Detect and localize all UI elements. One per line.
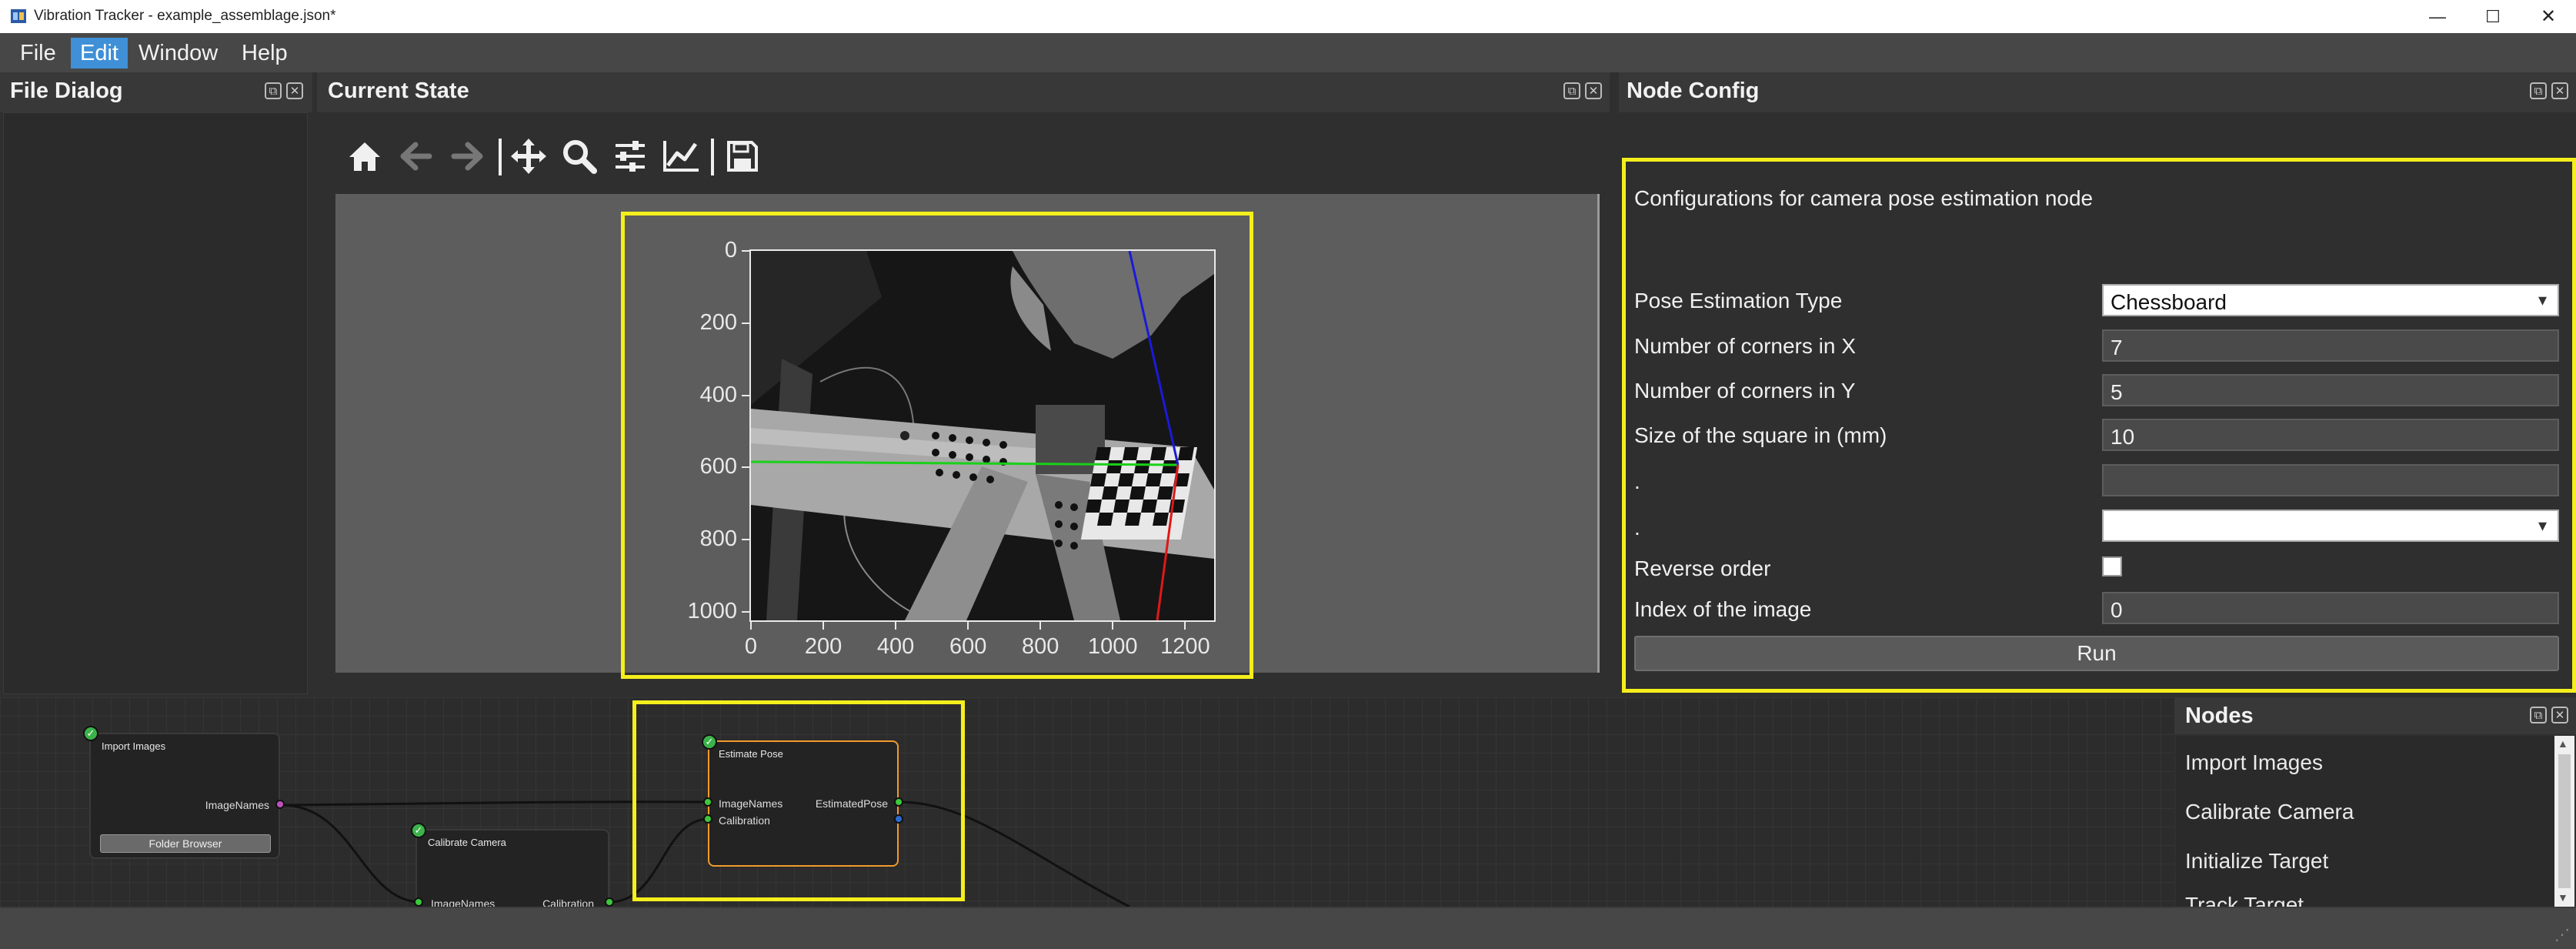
label-dot-1: . xyxy=(1634,469,1640,493)
label-corners-y: Number of corners in Y xyxy=(1634,379,1856,403)
float-icon[interactable]: ⧉ xyxy=(2530,707,2547,723)
forward-icon[interactable] xyxy=(445,132,489,180)
nodes-list-item[interactable]: Track Target xyxy=(2185,893,2304,907)
window-title: Vibration Tracker - example_assemblage.j… xyxy=(34,8,336,24)
reverse-order-checkbox[interactable] xyxy=(2102,556,2122,576)
label-image-index: Index of the image xyxy=(1634,597,1812,621)
node-title: Import Images xyxy=(102,740,166,752)
menu-window[interactable]: Window xyxy=(129,38,227,69)
image-index-input[interactable]: 0 xyxy=(2102,592,2559,624)
file-dialog-content xyxy=(3,112,308,694)
port-label: ImageNames xyxy=(205,799,269,811)
title-bar: Vibration Tracker - example_assemblage.j… xyxy=(0,0,2576,33)
output-port[interactable] xyxy=(605,897,614,907)
corners-y-input[interactable]: 5 xyxy=(2102,374,2559,406)
output-port[interactable] xyxy=(275,800,285,809)
label-corners-x: Number of corners in X xyxy=(1634,334,1856,358)
menu-edit[interactable]: Edit xyxy=(71,38,128,69)
back-icon[interactable] xyxy=(394,132,439,180)
highlight-box-plot xyxy=(621,212,1253,679)
close-icon[interactable]: ✕ xyxy=(2551,707,2568,723)
app-icon xyxy=(11,9,26,23)
configure-subplots-icon[interactable] xyxy=(608,132,652,180)
close-icon[interactable]: ✕ xyxy=(1585,82,1602,99)
maximize-button[interactable]: ☐ xyxy=(2465,0,2521,33)
menu-bar: File Edit Window Help xyxy=(0,33,2576,72)
edit-axis-icon[interactable] xyxy=(659,132,703,180)
folder-browser-button[interactable]: Folder Browser xyxy=(100,834,271,853)
menu-help[interactable]: Help xyxy=(232,38,297,69)
toolbar-separator xyxy=(499,139,502,175)
nodes-list-clip: Track Target xyxy=(2176,893,2554,907)
pan-icon[interactable] xyxy=(506,132,551,180)
home-icon[interactable] xyxy=(342,132,387,180)
node-config-title: Node Config xyxy=(1627,79,1760,103)
close-button[interactable]: ✕ xyxy=(2521,0,2576,33)
square-size-input[interactable]: 10 xyxy=(2102,419,2559,451)
node-calibrate-camera[interactable]: Calibrate Camera ImageNames Calibration xyxy=(415,829,609,914)
nodes-list-item[interactable]: Initialize Target xyxy=(2185,849,2328,874)
dot-1-input[interactable] xyxy=(2102,464,2559,496)
nodes-panel-title: Nodes xyxy=(2185,703,2254,728)
config-description: Configurations for camera pose estimatio… xyxy=(1634,186,2094,210)
float-icon[interactable]: ⧉ xyxy=(1563,82,1580,99)
chevron-down-icon: ▾ xyxy=(2538,290,2547,309)
status-bar: ⋰ xyxy=(0,907,2576,949)
corners-x-input[interactable]: 7 xyxy=(2102,329,2559,362)
menu-file[interactable]: File xyxy=(11,38,65,69)
node-title: Calibrate Camera xyxy=(428,837,506,848)
pose-estimation-type-select[interactable]: Chessboard ▾ xyxy=(2102,284,2559,316)
label-pose-estimation-type: Pose Estimation Type xyxy=(1634,289,1843,312)
scroll-up-icon[interactable]: ▲ xyxy=(2558,737,2568,750)
pose-estimation-type-value: Chessboard xyxy=(2111,290,2227,314)
dot-2-select[interactable]: ▾ xyxy=(2102,510,2559,542)
check-icon: ✓ xyxy=(83,726,98,741)
nodes-scrollbar[interactable]: ▲ ▼ xyxy=(2554,736,2574,907)
file-dialog-title: File Dialog xyxy=(10,79,123,103)
float-icon[interactable]: ⧉ xyxy=(2530,82,2547,99)
run-button[interactable]: Run xyxy=(1634,636,2559,671)
close-icon[interactable]: ✕ xyxy=(286,82,303,99)
node-graph-editor[interactable] xyxy=(0,697,2174,907)
resize-grip-icon[interactable]: ⋰ xyxy=(2554,925,2570,944)
current-state-title: Current State xyxy=(328,79,469,103)
minimize-button[interactable]: — xyxy=(2410,0,2465,33)
check-icon: ✓ xyxy=(411,823,426,838)
nodes-list-item[interactable]: Calibrate Camera xyxy=(2185,800,2354,824)
scrollbar-thumb[interactable] xyxy=(2558,754,2571,888)
toolbar-separator xyxy=(711,139,714,175)
nodes-list-item[interactable]: Import Images xyxy=(2185,750,2323,775)
label-square-size: Size of the square in (mm) xyxy=(1634,423,1887,447)
zoom-icon[interactable] xyxy=(557,132,602,180)
save-icon[interactable] xyxy=(720,132,765,180)
chevron-down-icon: ▾ xyxy=(2538,516,2547,535)
canvas-border xyxy=(1597,194,1600,673)
close-icon[interactable]: ✕ xyxy=(2551,82,2568,99)
file-dialog-panel: File Dialog ⧉ ✕ xyxy=(0,72,312,697)
label-reverse-order: Reverse order xyxy=(1634,556,1771,580)
label-dot-2: . xyxy=(1634,516,1640,540)
node-import-images[interactable]: Import Images ImageNames Folder Browser xyxy=(89,733,280,859)
float-icon[interactable]: ⧉ xyxy=(265,82,282,99)
input-port[interactable] xyxy=(414,897,423,907)
scroll-down-icon[interactable]: ▼ xyxy=(2558,891,2568,904)
highlight-box-node xyxy=(632,700,965,901)
